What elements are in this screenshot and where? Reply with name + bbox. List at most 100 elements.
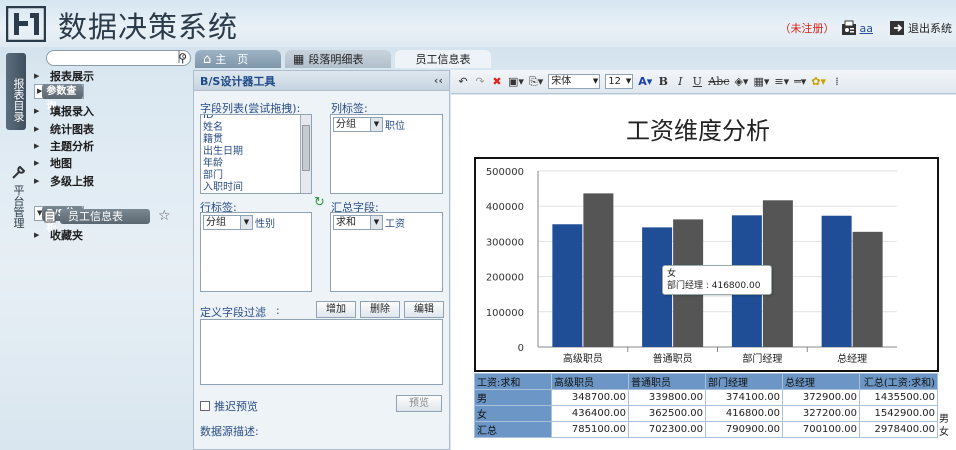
table-cell: 785100.00 (551, 421, 629, 438)
export-icon[interactable]: ⎘▾ (529, 75, 543, 89)
sum-field-name: 工资 (385, 219, 405, 230)
logout-icon (890, 21, 904, 35)
field-item[interactable]: 姓名 (203, 122, 309, 134)
more-icon[interactable]: ⁞ (831, 75, 843, 88)
row-group-select[interactable]: 分组 ▼ (203, 215, 253, 230)
field-item[interactable]: 部门 (203, 170, 309, 182)
defer-preview-checkbox[interactable] (200, 401, 210, 411)
tab-paragraph-detail[interactable]: ▦ 段落明细表 (285, 50, 391, 68)
table-cell: 374100.00 (705, 389, 783, 406)
redo-icon[interactable]: ↷ (474, 75, 486, 88)
align-icon[interactable]: ≡▾ (774, 75, 789, 88)
table-cell: 436400.00 (551, 405, 629, 422)
delete-icon[interactable]: ✖ (491, 75, 503, 88)
fill-color-icon[interactable]: ◈▾ (734, 75, 748, 88)
expand-arrow-icon[interactable]: ▶ (34, 142, 46, 150)
col-drop-box[interactable]: 分组 ▼ 职位 (330, 114, 443, 194)
tab-platform-admin[interactable]: 平台管理 (6, 142, 26, 252)
logo-icon (6, 6, 46, 42)
nav-item-report-display[interactable]: ▶ 报表展示 (34, 68, 98, 84)
preview-button[interactable]: 预览 (396, 395, 442, 412)
bar[interactable] (852, 231, 883, 347)
edit-filter-button[interactable]: 编辑 (404, 301, 444, 318)
designer-collapse-icon[interactable]: ‹‹ (434, 74, 443, 87)
table-cell: 339800.00 (628, 389, 706, 406)
table-row-label: 男 (474, 389, 552, 406)
font-size-select[interactable]: 12 ▼ (605, 74, 634, 89)
nav-item-param-query[interactable]: ▶ 参数查询 (34, 84, 84, 112)
table-header-row: 工资:求和 高级职员 普通职员 部门经理 总经理 汇总(工资:求和) (474, 373, 938, 390)
undo-icon[interactable]: ↶ (457, 75, 469, 88)
bar[interactable] (821, 215, 852, 347)
app-title: 数据决策系统 (58, 10, 239, 44)
expand-arrow-icon[interactable]: ▶ (34, 125, 46, 133)
tab-employee-info[interactable]: 员工信息表 (395, 50, 491, 68)
field-item[interactable]: 籍贯 (203, 134, 309, 146)
legend-label: 女 (939, 427, 949, 438)
filter-box[interactable] (200, 319, 443, 385)
italic-icon[interactable]: I (674, 75, 686, 88)
favorite-star-icon[interactable]: ☆ (158, 208, 171, 224)
table-row: 汇总 785100.00 702300.00 790900.00 700100.… (474, 421, 938, 438)
nav-item-stat-charts[interactable]: ▶ 统计图表 (34, 121, 98, 137)
report-file-icon (44, 210, 56, 222)
expand-arrow-icon[interactable]: ▶ (34, 177, 46, 185)
bar[interactable] (583, 193, 614, 347)
nav-item-map[interactable]: ▶ 地图 (34, 155, 76, 171)
list-scrollbar[interactable] (300, 115, 311, 193)
swap-icon[interactable]: ↻ (314, 195, 325, 210)
tab-report-catalog[interactable]: 报表目录 (6, 53, 26, 130)
row-field-name: 性别 (255, 219, 275, 230)
bar[interactable] (552, 224, 583, 347)
nav-leaf-employee-info[interactable]: 员工信息表 ☆ (44, 208, 171, 224)
y-tick-label: 500000 (486, 167, 524, 178)
field-item[interactable]: 入职时间 (203, 182, 309, 193)
underline-icon[interactable]: U (691, 75, 703, 88)
table-header-cell: 汇总(工资:求和) (859, 373, 938, 390)
delete-filter-button[interactable]: 删除 (360, 301, 400, 318)
home-icon: ⌂ (203, 51, 212, 67)
expand-arrow-icon[interactable]: ▶ (34, 72, 46, 80)
nav-search-input[interactable]: ⚲ (46, 50, 191, 66)
user-link[interactable]: aa (841, 20, 873, 36)
border-icon[interactable]: ▦▾ (753, 75, 769, 88)
add-filter-button[interactable]: 增加 (316, 301, 356, 318)
field-item[interactable]: 出生日期 (203, 146, 309, 158)
tab-home[interactable]: ⌂ 主 页 (195, 50, 281, 68)
font-color-icon[interactable]: A▾ (638, 75, 652, 88)
nav-item-fill-entry[interactable]: ▶ 填报录入 (34, 103, 98, 119)
valign-icon[interactable]: ═▾ (794, 75, 806, 88)
nav-collapse-icon[interactable]: |‹ (177, 49, 186, 63)
strikethrough-icon[interactable]: Abc (708, 75, 729, 88)
table-cell: 1542900.00 (859, 405, 938, 422)
pivot-table: 工资:求和 高级职员 普通职员 部门经理 总经理 汇总(工资:求和) 男 348… (474, 373, 938, 438)
tab-emp-label: 员工信息表 (415, 53, 471, 66)
row-drop-box[interactable]: 分组 ▼ 性别 (200, 212, 312, 292)
field-item[interactable]: 年龄 (203, 158, 309, 170)
table-row: 男 348700.00 339800.00 374100.00 372900.0… (474, 389, 938, 406)
nav-item-favorites[interactable]: ▶ 收藏夹 (34, 227, 87, 243)
save-icon[interactable]: ▣▾ (508, 75, 524, 88)
field-item[interactable]: ID (203, 115, 309, 122)
expand-arrow-icon[interactable]: ▶ (34, 107, 46, 115)
chart-container[interactable]: 0 100000 200000 300000 400000 500000 高级职员 普通职员部… (474, 157, 949, 438)
table-header-cell: 总经理 (782, 373, 860, 390)
logout-button[interactable]: 退出系统 (889, 20, 952, 36)
style-icon[interactable]: ✿▾ (811, 75, 826, 88)
nav-item-multi-report[interactable]: ▶ 多级上报 (34, 173, 98, 189)
bold-icon[interactable]: B (657, 75, 669, 88)
sum-agg-select[interactable]: 求和 ▼ (333, 215, 383, 230)
x-tick-label: 普通职员 (653, 352, 693, 365)
tab-report-label: 报表目录 (12, 77, 25, 122)
font-family-select[interactable]: 宋体 ▼ (548, 74, 601, 89)
chart-tooltip: 女 部门经理 : 416800.00 (662, 265, 772, 295)
tab-home-label: 主 页 (215, 53, 249, 66)
expand-arrow-icon[interactable]: ▶ (34, 231, 46, 239)
nav-item-topic-analysis[interactable]: ▶ 主题分析 (34, 138, 98, 154)
col-group-select[interactable]: 分组 ▼ (333, 117, 383, 132)
user-name[interactable]: aa (860, 22, 873, 35)
expand-arrow-icon[interactable]: ▶ (34, 159, 46, 167)
defer-preview-option[interactable]: 推迟预览 (200, 398, 258, 414)
sum-drop-box[interactable]: 求和 ▼ 工资 (330, 212, 443, 292)
field-list[interactable]: ID 姓名 籍贯 出生日期 年龄 部门 入职时间 (200, 114, 312, 194)
